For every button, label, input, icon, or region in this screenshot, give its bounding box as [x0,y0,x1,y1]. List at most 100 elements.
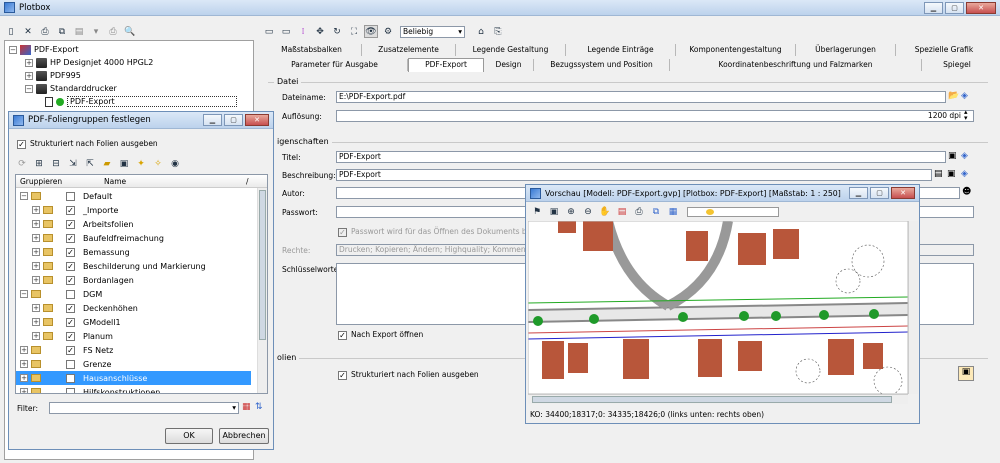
collapse-icon[interactable]: ⇱ [83,157,97,170]
edit-icon[interactable]: ▣ [948,151,957,161]
col-name[interactable]: Name [104,177,126,186]
swap-icon[interactable]: ⇅ [255,402,263,412]
minimize-icon[interactable]: ▁ [203,114,222,126]
group-row[interactable]: + ✓ Beschilderung und Markierung [16,259,251,273]
refresh-icon[interactable]: ⟳ [15,157,29,170]
group-row[interactable]: + ✓ Bordanlagen [16,273,251,287]
tab-ueberlagerungen[interactable]: Überlagerungen [796,44,896,56]
checkbox-icon[interactable]: ✓ [66,247,75,257]
home-icon[interactable]: ⌂ [474,25,488,38]
checkbox-icon[interactable]: ✓ [66,233,75,243]
zoom-slider[interactable] [687,207,779,217]
col-gruppieren[interactable]: Gruppieren [20,177,62,186]
group-row[interactable]: + ✓ Hausanschlüsse [16,371,251,385]
checkbox-icon[interactable] [66,387,75,393]
copy-icon[interactable]: ⧉ [55,25,69,38]
tree-item-pdf995[interactable]: + PDF995 [25,69,81,82]
edit-icon[interactable]: ▣ [947,169,956,179]
checkbox-icon[interactable] [66,191,75,201]
checkbox-icon[interactable]: ✓ [66,275,75,285]
group-row[interactable]: + ✓ _Importe [16,203,251,217]
dateiname-field[interactable]: E:\PDF-Export.pdf [336,91,946,103]
filter-icon[interactable]: ▦ [242,402,251,412]
tab-design[interactable]: Design [484,59,534,71]
checkbox-icon[interactable]: ✓ [66,331,75,341]
folder-icon[interactable]: 📂 [948,91,959,101]
expand-icon[interactable]: + [20,346,28,354]
folder-open-icon[interactable]: ▰ [100,157,114,170]
expand-icon[interactable]: + [20,360,28,368]
bulb-off-icon[interactable]: ✧ [151,157,165,170]
minimize-icon[interactable]: ▁ [849,187,868,199]
browse-icon[interactable]: ◈ [961,91,968,101]
expand-icon[interactable]: + [32,234,40,242]
group-remove-icon[interactable]: ⊟ [49,157,63,170]
zoom-out-icon[interactable]: ⊖ [581,206,595,219]
folien-strukturiert-checkbox[interactable]: ✓ Strukturiert nach Folien ausgeben [338,370,479,380]
export-icon[interactable]: ⎘ [491,25,505,38]
group-row[interactable]: + ✓ Bemassung [16,245,251,259]
expand-icon[interactable]: + [20,374,28,382]
tab-massstabsbalken[interactable]: Maßstabsbalken [262,44,362,56]
grid-icon[interactable]: ▦ [666,206,680,219]
bulb-on-icon[interactable]: ✦ [134,157,148,170]
checkbox-icon[interactable]: ✓ [66,205,75,215]
fit-icon[interactable]: ⛶ [347,25,361,38]
expand-icon[interactable]: + [32,262,40,270]
expand-icon[interactable]: + [32,220,40,228]
delete-icon[interactable]: ✕ [21,25,35,38]
titel-field[interactable]: PDF-Export [336,151,946,163]
group-row[interactable]: + ✓ Baufeldfreimachung [16,231,251,245]
aufloesung-field[interactable]: 1200 dpi [336,110,974,122]
stepper-icon[interactable]: ▴ ▾ [964,109,968,122]
save-icon[interactable]: ▣ [117,157,131,170]
expand-icon[interactable]: − [20,192,28,200]
tab-legende-gestaltung[interactable]: Legende Gestaltung [456,44,566,56]
pw-checkbox[interactable]: ✓ Passwort wird für das Öffnen des Dokume… [338,227,553,237]
doc-icon[interactable]: ▤ [934,169,943,179]
group-row[interactable]: + Hilfskonstruktionen [16,385,251,393]
preview-map[interactable] [528,221,908,394]
preview-scrollbar-v[interactable] [908,221,918,394]
maximize-icon[interactable]: ▢ [224,114,243,126]
preview-icon[interactable]: 🔍 [123,25,137,38]
tab-pdf-export[interactable]: PDF-Export [408,58,484,72]
pdf-icon[interactable]: ▤ [615,206,629,219]
new-icon[interactable]: ▯ [4,25,18,38]
expand-icon[interactable]: + [32,248,40,256]
tree-item-hp[interactable]: + HP Designjet 4000 HPGL2 [25,56,153,69]
preview-scrollbar-h[interactable] [528,394,908,404]
tab-koordinaten[interactable]: Koordinatenbeschriftung und Falzmarken [670,59,922,71]
user-icon[interactable]: ☻ [962,187,971,197]
list-scrollbar[interactable] [257,188,267,393]
group-row[interactable]: − DGM [16,287,251,301]
group-row[interactable]: + ✓ Deckenhöhen [16,301,251,315]
tab-zusatzelemente[interactable]: Zusatzelemente [362,44,456,56]
rotate-icon[interactable]: ↻ [330,25,344,38]
col-sort[interactable]: / [246,177,249,186]
print-icon[interactable]: ⎙ [632,206,646,219]
tree-item-root[interactable]: − PDF-Export [9,43,79,56]
expand-icon[interactable]: + [32,206,40,214]
add-printer-icon[interactable]: ⎙ [38,25,52,38]
maximize-icon[interactable]: ▢ [870,187,889,199]
checkbox-icon[interactable]: ✓ [66,317,75,327]
dialog-strukturiert-checkbox[interactable]: ✓ Strukturiert nach Folien ausgeben [17,139,158,149]
foliengruppen-button[interactable]: ▣ [958,366,974,381]
expand-icon[interactable]: + [32,304,40,312]
eye-icon[interactable]: 👁 [364,25,378,38]
tab-spiegel[interactable]: Spiegel [922,59,992,71]
group-row[interactable]: + ✓ GModell1 [16,315,251,329]
eye-icon[interactable]: ◉ [168,157,182,170]
minimize-icon[interactable]: ▁ [924,2,943,14]
group-row[interactable]: + ✓ Planum [16,329,251,343]
grid-icon[interactable]: ⁞ [296,25,310,38]
tab-bezugssystem[interactable]: Bezugssystem und Position [534,59,670,71]
page2-icon[interactable]: ▭ [279,25,293,38]
book-icon[interactable]: ⚑ [530,206,544,219]
zoom-in-icon[interactable]: ⊕ [564,206,578,219]
maximize-icon[interactable]: ▢ [945,2,964,14]
tab-parameter[interactable]: Parameter für Ausgabe [262,59,408,71]
tab-legende-eintraege[interactable]: Legende Einträge [566,44,676,56]
group-add-icon[interactable]: ⊞ [32,157,46,170]
